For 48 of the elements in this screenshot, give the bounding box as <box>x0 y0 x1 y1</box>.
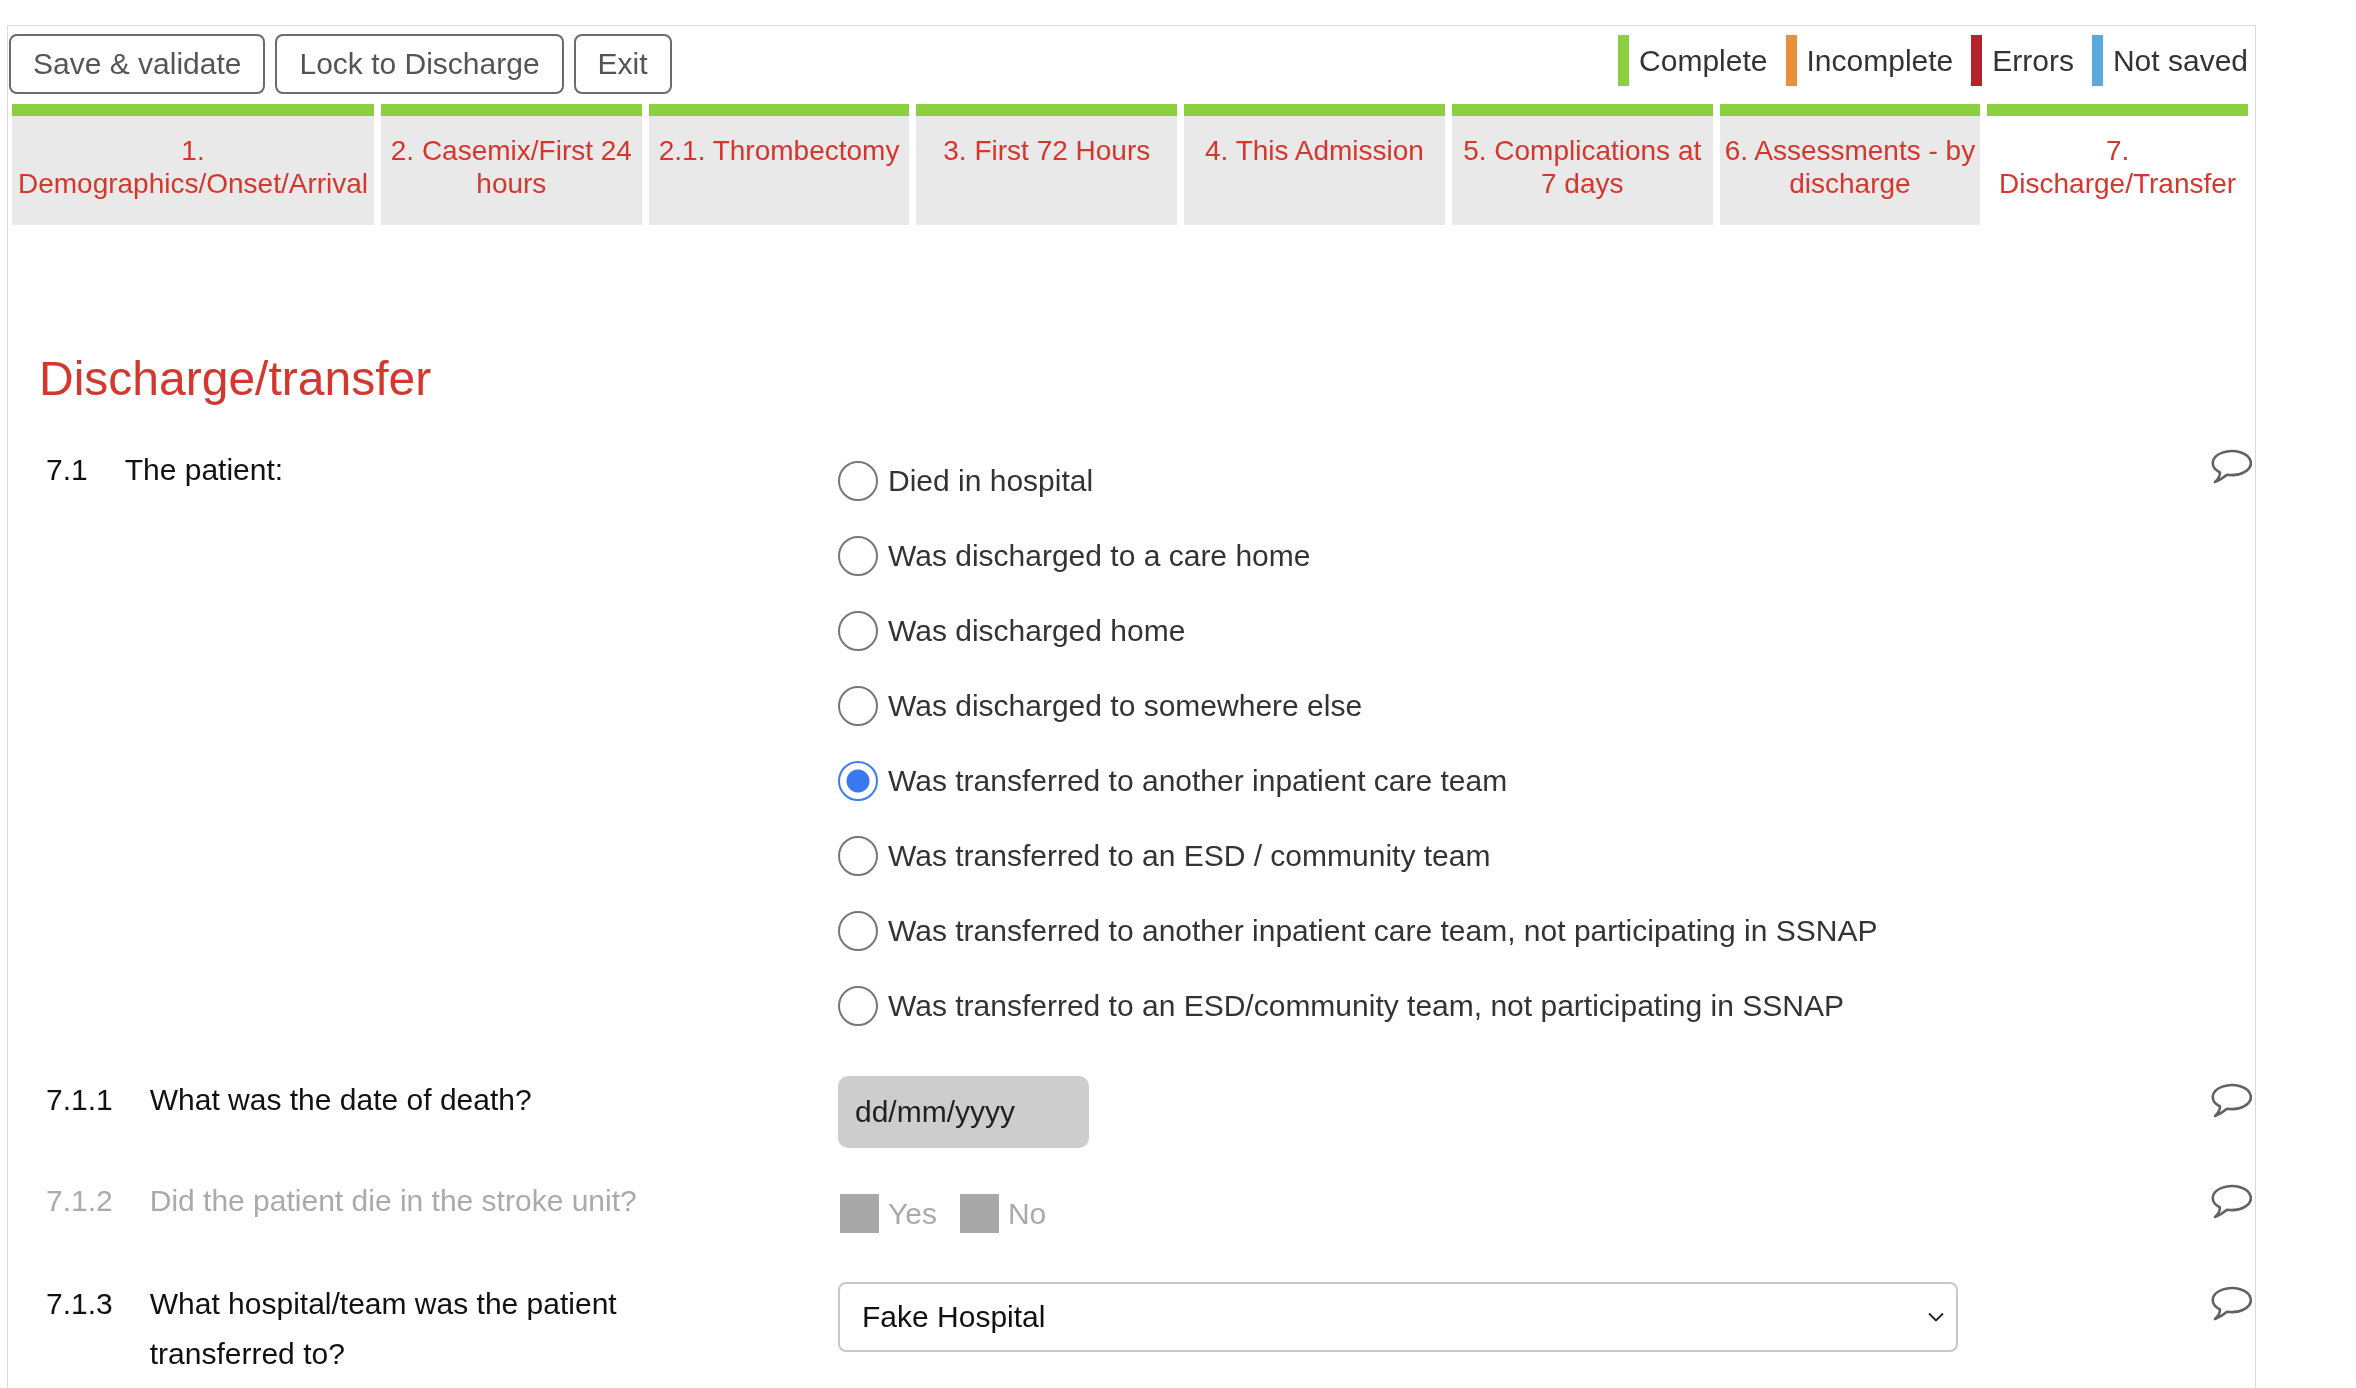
question-number: 7.1.2 <box>46 1183 113 1219</box>
tab[interactable]: 2. Casemix/First 24 hours <box>381 104 642 225</box>
option-label: Was discharged to a care home <box>888 538 1311 573</box>
toolbar-button[interactable]: Exit <box>573 34 672 94</box>
radio-button[interactable] <box>838 460 878 501</box>
tab[interactable]: 3. First 72 Hours <box>916 104 1178 225</box>
toolbar-button[interactable]: Lock to Discharge <box>275 34 564 94</box>
question-label: The patient: <box>124 452 284 488</box>
toolbar-button[interactable]: Save & validate <box>9 34 266 94</box>
tab[interactable]: 4. This Admission <box>1184 104 1445 225</box>
radio-button[interactable] <box>838 760 878 801</box>
option-label: Yes <box>888 1196 937 1231</box>
radio-button[interactable] <box>838 610 878 651</box>
option-label: Was discharged home <box>888 613 1186 648</box>
speech-bubble-icon[interactable] <box>2210 1285 2252 1321</box>
date-field[interactable]: dd/mm/yyyy <box>838 1076 1089 1148</box>
radio-button[interactable] <box>838 910 878 951</box>
option-label: Died in hospital <box>888 463 1094 498</box>
option-label: Was transferred to another inpatient care team, not participating in SSNAP <box>888 913 1878 948</box>
question-number: 7.1.3 <box>46 1286 113 1322</box>
legend-label: Not saved <box>2112 43 2248 78</box>
speech-bubble-icon[interactable] <box>2210 1183 2252 1219</box>
legend-label: Complete <box>1639 43 1768 78</box>
radio-button[interactable] <box>838 985 878 1026</box>
radio-button[interactable] <box>838 685 878 726</box>
dropdown[interactable]: Fake Hospital <box>838 1282 1958 1352</box>
tab[interactable]: 5. Complications at 7 days <box>1451 104 1713 225</box>
question-number: 7.1 <box>46 452 88 488</box>
tab[interactable]: 6. Assessments - by discharge <box>1719 104 1981 225</box>
radio-button[interactable] <box>838 535 878 576</box>
option-label: No <box>1007 1196 1047 1231</box>
chevron-down-icon <box>1928 1312 1944 1322</box>
legend-label: Errors <box>1992 43 2074 78</box>
option-label: Was discharged to somewhere else <box>888 688 1363 723</box>
section-title: Discharge/transfer <box>39 351 433 407</box>
option-label: Was transferred to an ESD / community team <box>888 838 1491 873</box>
option-label: Was transferred to an ESD/community team, not participating in SSNAP <box>888 988 1844 1023</box>
speech-bubble-icon[interactable] <box>2210 1082 2252 1118</box>
question-number: 7.1.1 <box>46 1082 113 1118</box>
option-label: Was transferred to another inpatient care team <box>888 763 1508 798</box>
tab[interactable]: 2.1. Thrombectomy <box>648 104 910 225</box>
tab[interactable]: 1. Demographics/Onset/Arrival <box>12 104 374 225</box>
question-label: What hospital/team was the patient transferred to? <box>149 1286 618 1372</box>
question-label: What was the date of death? <box>149 1082 532 1118</box>
speech-bubble-icon[interactable] <box>2210 448 2252 484</box>
question-label: Did the patient die in the stroke unit? <box>149 1183 637 1219</box>
legend-label: Incomplete <box>1806 43 1954 78</box>
radio-button[interactable] <box>838 835 878 876</box>
